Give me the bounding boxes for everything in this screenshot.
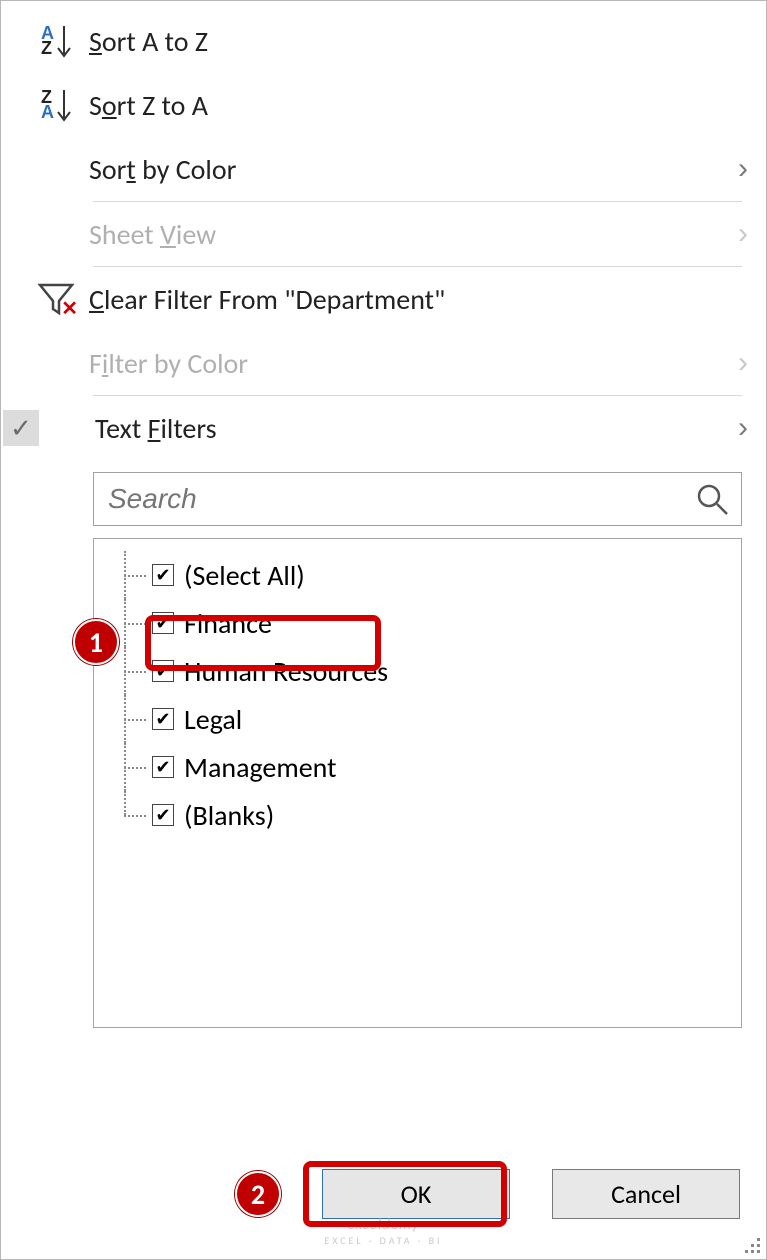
sort-by-color[interactable]: Sort by Color › xyxy=(1,137,766,201)
clear-filter-icon: ✕ xyxy=(23,279,89,319)
watermark: exceldemy EXCEL · DATA · BI xyxy=(324,1216,442,1247)
clear-filter[interactable]: ✕ Clear Filter From "Department" xyxy=(1,267,766,331)
sort-descending[interactable]: Z A Sort Z to A xyxy=(1,73,766,137)
checkbox-icon[interactable] xyxy=(152,564,174,586)
ok-button[interactable]: OK xyxy=(322,1169,510,1219)
tree-item-label: Management xyxy=(184,750,336,785)
tree-item-blanks[interactable]: (Blanks) xyxy=(102,791,733,839)
resize-grip-icon[interactable] xyxy=(740,1233,760,1253)
tree-item-select-all[interactable]: (Select All) xyxy=(102,551,733,599)
sort-asc-label: Sort A to Z xyxy=(89,24,748,59)
tree-item[interactable]: Finance xyxy=(102,599,733,647)
sort-by-color-label: Sort by Color xyxy=(89,152,738,187)
ok-button-label: OK xyxy=(401,1178,432,1210)
checkbox-icon[interactable] xyxy=(152,660,174,682)
sort-asc-icon: A Z xyxy=(23,24,89,58)
sort-ascending[interactable]: A Z Sort A to Z xyxy=(1,9,766,73)
checkbox-icon[interactable] xyxy=(152,804,174,826)
text-filters[interactable]: ✓ Text Filters › xyxy=(1,396,766,460)
tree-item-label: (Select All) xyxy=(184,558,305,593)
filter-by-color-label: Filter by Color xyxy=(89,346,738,381)
checkbox-icon[interactable] xyxy=(152,708,174,730)
chevron-right-icon: › xyxy=(738,411,748,445)
chevron-right-icon: › xyxy=(738,152,748,186)
clear-filter-label: Clear Filter From "Department" xyxy=(89,282,748,317)
text-filters-label: Text Filters xyxy=(95,411,738,446)
tree-item-label: (Blanks) xyxy=(184,798,274,833)
tree-item[interactable]: Human Resources xyxy=(102,647,733,695)
filter-dropdown-panel: A Z Sort A to Z Z A xyxy=(0,0,767,1260)
dialog-buttons: OK Cancel xyxy=(322,1169,740,1219)
cancel-button[interactable]: Cancel xyxy=(552,1169,740,1219)
filter-values-tree[interactable]: (Select All) Finance Human Resources Leg… xyxy=(93,538,742,1028)
sheet-view: Sheet View › xyxy=(1,202,766,266)
chevron-right-icon: › xyxy=(738,217,748,251)
cancel-button-label: Cancel xyxy=(611,1178,681,1210)
tree-item-label: Human Resources xyxy=(184,654,388,689)
tree-item-label: Legal xyxy=(184,702,242,737)
annotation-badge: 1 xyxy=(73,619,119,665)
chevron-right-icon: › xyxy=(738,346,748,380)
tree-item-label: Finance xyxy=(184,606,272,641)
sort-desc-icon: Z A xyxy=(23,88,89,122)
annotation-badge: 2 xyxy=(235,1171,281,1217)
tree-item[interactable]: Management xyxy=(102,743,733,791)
filter-by-color: Filter by Color › xyxy=(1,331,766,395)
search-box[interactable] xyxy=(93,472,742,526)
filter-active-icon: ✓ xyxy=(3,410,39,446)
checkbox-icon[interactable] xyxy=(152,612,174,634)
search-input[interactable] xyxy=(106,482,695,516)
search-icon xyxy=(695,482,729,516)
tree-item[interactable]: Legal xyxy=(102,695,733,743)
sort-desc-label: Sort Z to A xyxy=(89,88,748,123)
sheet-view-label: Sheet View xyxy=(89,217,738,252)
checkbox-icon[interactable] xyxy=(152,756,174,778)
